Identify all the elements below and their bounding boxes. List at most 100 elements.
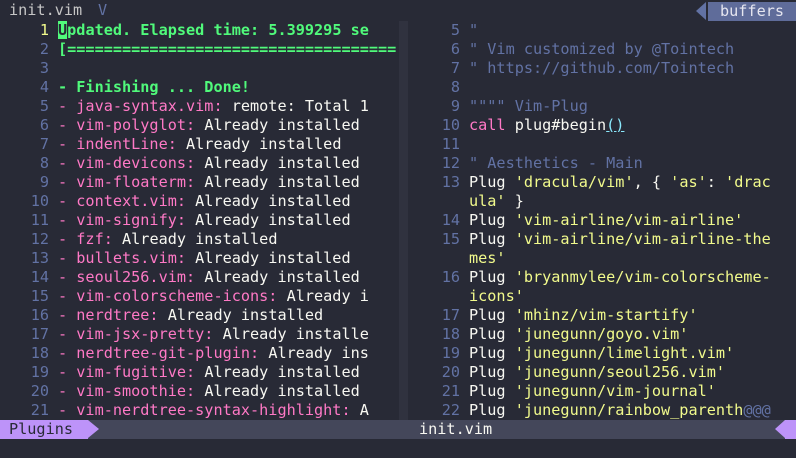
line-number: 6	[450, 40, 460, 58]
plugin-log-line[interactable]: 3	[0, 59, 58, 78]
code-text: ()	[606, 116, 625, 134]
code-text: - vim-fugitive:	[58, 363, 205, 381]
code-text: 'junegunn/vim-journal'	[514, 382, 716, 400]
code-line[interactable]: icons'	[408, 287, 524, 306]
code-line[interactable]: 17 Plug 'mhinz/vim-startify'	[408, 306, 698, 325]
code-text: " https://github.com/Tointech	[469, 59, 735, 77]
plugin-log-line[interactable]: 10 - context.vim: Already installed	[0, 192, 351, 211]
code-text: Already installed	[204, 268, 360, 286]
line-number: 10	[441, 116, 460, 134]
plugin-log-line[interactable]: 7 - indentLine: Already installed	[0, 135, 342, 154]
init-vim-editor-pane[interactable]: 5 " 6 " Vim customized by @Tointech 7 " https…	[408, 21, 796, 420]
statusline: Plugins init.vim	[0, 420, 796, 439]
plugin-log-line[interactable]: 11 - vim-signify: Already installed	[0, 211, 351, 230]
line-number: 3	[39, 59, 49, 77]
code-line[interactable]: 19 Plug 'junegunn/limelight.vim'	[408, 344, 734, 363]
code-line[interactable]: 10 call plug#begin()	[408, 116, 625, 135]
vertical-split-divider[interactable]	[399, 21, 408, 420]
status-right-arrow-icon	[775, 420, 785, 438]
code-line[interactable]: 13 Plug 'dracula/vim', { 'as': 'drac	[408, 173, 771, 192]
code-line[interactable]: 7 " https://github.com/Tointech	[408, 59, 734, 78]
code-text: Already installed	[122, 230, 278, 248]
plugin-log-line[interactable]: 6 - vim-polyglot: Already installed	[0, 116, 360, 135]
code-text: - vim-smoothie:	[58, 382, 205, 400]
line-number: 6	[39, 116, 49, 134]
line-number: 12	[30, 230, 49, 248]
code-text: - vim-nerdtree-syntax-highlight:	[58, 401, 360, 419]
line-number: 11	[30, 211, 49, 229]
buffers-badge[interactable]: buffers	[708, 2, 796, 21]
code-line[interactable]: 9 """" Vim-Plug	[408, 97, 588, 116]
code-line[interactable]: ula' }	[408, 192, 524, 211]
line-number: 5	[39, 97, 49, 115]
code-text: - nerdtree-git-plugin:	[58, 344, 269, 362]
plugin-log-line[interactable]: 15 - vim-colorscheme-icons: Already i	[0, 287, 369, 306]
plugin-log-line[interactable]: 1 Updated. Elapsed time: 5.399295 se	[0, 21, 369, 40]
code-text: Already installe	[222, 325, 369, 343]
code-line[interactable]: 21 Plug 'junegunn/vim-journal'	[408, 382, 716, 401]
plugin-log-line[interactable]: 13 - bullets.vim: Already installed	[0, 249, 351, 268]
code-line[interactable]: 12 " Aesthetics - Main	[408, 154, 643, 173]
code-text: - context.vim:	[58, 192, 196, 210]
code-line[interactable]: 16 Plug 'bryanmylee/vim-colorscheme-	[408, 268, 771, 287]
line-number: 17	[441, 306, 460, 324]
plugin-log-line[interactable]: 12 - fzf: Already installed	[0, 230, 278, 249]
code-text: [====================================	[58, 40, 397, 58]
code-text: " Aesthetics - Main	[469, 154, 643, 172]
line-number: 17	[30, 325, 49, 343]
plugin-log-line[interactable]: 4 - Finishing ... Done!	[0, 78, 250, 97]
code-text: 'junegunn/seoul256.vim'	[514, 363, 726, 381]
plugin-log-line[interactable]: 14 - seoul256.vim: Already installed	[0, 268, 360, 287]
code-line[interactable]: 20 Plug 'junegunn/seoul256.vim'	[408, 363, 725, 382]
plugin-log-line[interactable]: 8 - vim-devicons: Already installed	[0, 154, 360, 173]
tab-init-vim[interactable]: init.vim	[9, 1, 82, 20]
line-number: 16	[30, 306, 49, 324]
code-text: - Finishing ... Done!	[58, 78, 251, 96]
code-text: Already installed	[204, 363, 360, 381]
tabline: init.vim V buffers	[0, 0, 796, 21]
code-text: , {	[633, 173, 671, 191]
plugins-pane[interactable]: 1 Updated. Elapsed time: 5.399295 se 2 [===…	[0, 21, 399, 420]
code-line[interactable]: 6 " Vim customized by @Tointech	[408, 40, 734, 59]
code-text: "	[469, 21, 479, 39]
plugin-log-line[interactable]: 18 - nerdtree-git-plugin: Already ins	[0, 344, 369, 363]
code-text: 'junegunn/goyo.vim'	[514, 325, 689, 343]
plugin-log-line[interactable]: 16 - nerdtree: Already installed	[0, 306, 323, 325]
code-text: 'vim-airline/vim-airline'	[514, 211, 744, 229]
code-text: Plug	[469, 382, 515, 400]
code-text: 'bryanmylee/vim-colorscheme-	[514, 268, 771, 286]
plugin-log-line[interactable]: 19 - vim-fugitive: Already installed	[0, 363, 360, 382]
plugin-log-line[interactable]: 9 - vim-floaterm: Already installed	[0, 173, 360, 192]
plugin-log-line[interactable]: 21 - vim-nerdtree-syntax-highlight: A	[0, 401, 369, 420]
code-line[interactable]: mes'	[408, 249, 506, 268]
code-text: - vim-jsx-pretty:	[58, 325, 223, 343]
code-line[interactable]: 14 Plug 'vim-airline/vim-airline'	[408, 211, 744, 230]
text-cursor: U	[58, 21, 68, 39]
plugin-log-line[interactable]: 20 - vim-smoothie: Already installed	[0, 382, 360, 401]
code-line[interactable]: 22 Plug 'junegunn/rainbow_parenth@@@	[408, 401, 771, 420]
line-number: 12	[441, 154, 460, 172]
code-text: - java-syntax.vim:	[58, 97, 232, 115]
code-line[interactable]: 8	[408, 78, 469, 97]
code-text: Already installed	[204, 382, 360, 400]
code-text: Plug	[469, 230, 515, 248]
code-line[interactable]: 5 "	[408, 21, 478, 40]
plugin-log-line[interactable]: 17 - vim-jsx-pretty: Already installe	[0, 325, 369, 344]
code-text: Already installed	[204, 116, 360, 134]
code-text: Plug	[469, 173, 515, 191]
plugin-log-line[interactable]: 2 [====================================	[0, 40, 396, 59]
code-text: call	[469, 116, 515, 134]
code-line[interactable]: 18 Plug 'junegunn/goyo.vim'	[408, 325, 689, 344]
code-text: - fzf:	[58, 230, 123, 248]
code-text: Already installed	[186, 135, 342, 153]
plugin-log-line[interactable]: 5 - java-syntax.vim: remote: Total 1	[0, 97, 369, 116]
code-text: Already installed	[195, 192, 351, 210]
code-line[interactable]: 11	[408, 135, 469, 154]
line-number: 1	[39, 21, 49, 39]
code-line[interactable]: 15 Plug 'vim-airline/vim-airline-the	[408, 230, 771, 249]
line-number: 16	[441, 268, 460, 286]
line-number: 4	[39, 78, 49, 96]
command-line[interactable]	[0, 439, 796, 458]
code-text: plug#begin	[514, 116, 607, 134]
code-text: - bullets.vim:	[58, 249, 196, 267]
